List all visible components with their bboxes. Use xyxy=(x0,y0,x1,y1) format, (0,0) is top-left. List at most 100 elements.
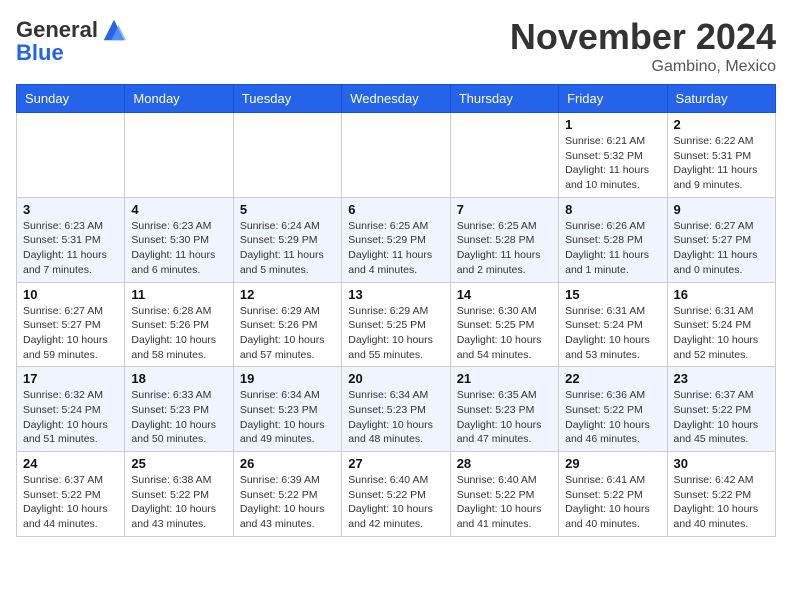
day-number: 22 xyxy=(565,371,660,386)
day-info: Sunrise: 6:38 AM Sunset: 5:22 PM Dayligh… xyxy=(131,473,226,532)
calendar-cell: 14Sunrise: 6:30 AM Sunset: 5:25 PM Dayli… xyxy=(450,282,558,367)
weekday-header: Wednesday xyxy=(342,85,450,113)
calendar-cell: 18 Sunrise: 6:33 AM Sunset: 5:23 PM Dayli… xyxy=(125,367,233,452)
day-info: Sunrise: 6:31 AM Sunset: 5:24 PM Dayligh… xyxy=(674,304,769,363)
calendar-cell: 6Sunrise: 6:25 AM Sunset: 5:29 PM Daylig… xyxy=(342,197,450,282)
day-number: 30 xyxy=(674,456,769,471)
calendar-cell xyxy=(17,113,125,198)
day-number: 27 xyxy=(348,456,443,471)
day-number: 15 xyxy=(565,287,660,302)
weekday-header: Tuesday xyxy=(233,85,341,113)
day-info: Sunrise: 6:41 AM Sunset: 5:22 PM Dayligh… xyxy=(565,473,660,532)
calendar-cell xyxy=(450,113,558,198)
day-info: Sunrise: 6:27 AM Sunset: 5:27 PM Dayligh… xyxy=(674,219,769,278)
calendar-cell: 24 Sunrise: 6:37 AM Sunset: 5:22 PM Dayli… xyxy=(17,452,125,537)
day-number: 14 xyxy=(457,287,552,302)
calendar: SundayMondayTuesdayWednesdayThursdayFrid… xyxy=(16,84,776,537)
day-info: Sunrise: 6:28 AM Sunset: 5:26 PM Dayligh… xyxy=(131,304,226,363)
weekday-header: Sunday xyxy=(17,85,125,113)
day-info: Sunrise: 6:27 AM Sunset: 5:27 PM Dayligh… xyxy=(23,304,118,363)
day-info: Sunrise: 6:40 AM Sunset: 5:22 PM Dayligh… xyxy=(348,473,443,532)
day-number: 3 xyxy=(23,202,118,217)
day-info: Sunrise: 6:34 AM Sunset: 5:23 PM Dayligh… xyxy=(240,388,335,447)
day-number: 5 xyxy=(240,202,335,217)
calendar-cell: 29 Sunrise: 6:41 AM Sunset: 5:22 PM Dayli… xyxy=(559,452,667,537)
day-number: 12 xyxy=(240,287,335,302)
day-info: Sunrise: 6:32 AM Sunset: 5:24 PM Dayligh… xyxy=(23,388,118,447)
day-info: Sunrise: 6:29 AM Sunset: 5:26 PM Dayligh… xyxy=(240,304,335,363)
calendar-cell: 17 Sunrise: 6:32 AM Sunset: 5:24 PM Dayli… xyxy=(17,367,125,452)
calendar-cell: 22 Sunrise: 6:36 AM Sunset: 5:22 PM Dayli… xyxy=(559,367,667,452)
day-number: 29 xyxy=(565,456,660,471)
title-block: November 2024 Gambino, Mexico xyxy=(510,16,776,76)
calendar-cell xyxy=(125,113,233,198)
day-number: 23 xyxy=(674,371,769,386)
month-title: November 2024 xyxy=(510,16,776,58)
day-info: Sunrise: 6:25 AM Sunset: 5:29 PM Dayligh… xyxy=(348,219,443,278)
day-number: 8 xyxy=(565,202,660,217)
day-info: Sunrise: 6:33 AM Sunset: 5:23 PM Dayligh… xyxy=(131,388,226,447)
day-info: Sunrise: 6:37 AM Sunset: 5:22 PM Dayligh… xyxy=(23,473,118,532)
page-header: General Blue November 2024 Gambino, Mexi… xyxy=(16,16,776,76)
calendar-cell: 10 Sunrise: 6:27 AM Sunset: 5:27 PM Dayli… xyxy=(17,282,125,367)
day-info: Sunrise: 6:21 AM Sunset: 5:32 PM Dayligh… xyxy=(565,134,660,193)
day-number: 9 xyxy=(674,202,769,217)
logo-icon xyxy=(100,16,128,44)
day-number: 28 xyxy=(457,456,552,471)
calendar-cell: 3 Sunrise: 6:23 AM Sunset: 5:31 PM Daylig… xyxy=(17,197,125,282)
day-info: Sunrise: 6:31 AM Sunset: 5:24 PM Dayligh… xyxy=(565,304,660,363)
day-number: 10 xyxy=(23,287,118,302)
calendar-cell xyxy=(342,113,450,198)
calendar-cell: 2 Sunrise: 6:22 AM Sunset: 5:31 PM Daylig… xyxy=(667,113,775,198)
day-number: 20 xyxy=(348,371,443,386)
calendar-cell: 1 Sunrise: 6:21 AM Sunset: 5:32 PM Daylig… xyxy=(559,113,667,198)
day-info: Sunrise: 6:25 AM Sunset: 5:28 PM Dayligh… xyxy=(457,219,552,278)
location: Gambino, Mexico xyxy=(510,58,776,76)
calendar-cell: 23 Sunrise: 6:37 AM Sunset: 5:22 PM Dayli… xyxy=(667,367,775,452)
day-info: Sunrise: 6:37 AM Sunset: 5:22 PM Dayligh… xyxy=(674,388,769,447)
day-info: Sunrise: 6:40 AM Sunset: 5:22 PM Dayligh… xyxy=(457,473,552,532)
calendar-cell: 12 Sunrise: 6:29 AM Sunset: 5:26 PM Dayli… xyxy=(233,282,341,367)
day-number: 7 xyxy=(457,202,552,217)
calendar-cell: 11Sunrise: 6:28 AM Sunset: 5:26 PM Dayli… xyxy=(125,282,233,367)
day-info: Sunrise: 6:36 AM Sunset: 5:22 PM Dayligh… xyxy=(565,388,660,447)
calendar-cell: 9 Sunrise: 6:27 AM Sunset: 5:27 PM Daylig… xyxy=(667,197,775,282)
calendar-cell: 8 Sunrise: 6:26 AM Sunset: 5:28 PM Daylig… xyxy=(559,197,667,282)
day-number: 2 xyxy=(674,117,769,132)
logo-general: General xyxy=(16,18,98,42)
day-number: 24 xyxy=(23,456,118,471)
day-number: 13 xyxy=(348,287,443,302)
calendar-cell: 27 Sunrise: 6:40 AM Sunset: 5:22 PM Dayli… xyxy=(342,452,450,537)
calendar-cell xyxy=(233,113,341,198)
day-info: Sunrise: 6:39 AM Sunset: 5:22 PM Dayligh… xyxy=(240,473,335,532)
calendar-cell: 15 Sunrise: 6:31 AM Sunset: 5:24 PM Dayli… xyxy=(559,282,667,367)
calendar-cell: 19 Sunrise: 6:34 AM Sunset: 5:23 PM Dayli… xyxy=(233,367,341,452)
day-info: Sunrise: 6:22 AM Sunset: 5:31 PM Dayligh… xyxy=(674,134,769,193)
day-number: 1 xyxy=(565,117,660,132)
weekday-header: Monday xyxy=(125,85,233,113)
day-info: Sunrise: 6:24 AM Sunset: 5:29 PM Dayligh… xyxy=(240,219,335,278)
day-number: 25 xyxy=(131,456,226,471)
day-number: 26 xyxy=(240,456,335,471)
day-number: 17 xyxy=(23,371,118,386)
day-info: Sunrise: 6:42 AM Sunset: 5:22 PM Dayligh… xyxy=(674,473,769,532)
day-info: Sunrise: 6:29 AM Sunset: 5:25 PM Dayligh… xyxy=(348,304,443,363)
logo: General Blue xyxy=(16,16,128,66)
day-info: Sunrise: 6:23 AM Sunset: 5:31 PM Dayligh… xyxy=(23,219,118,278)
calendar-cell: 20 Sunrise: 6:34 AM Sunset: 5:23 PM Dayli… xyxy=(342,367,450,452)
day-info: Sunrise: 6:34 AM Sunset: 5:23 PM Dayligh… xyxy=(348,388,443,447)
weekday-header: Friday xyxy=(559,85,667,113)
day-number: 19 xyxy=(240,371,335,386)
calendar-cell: 26 Sunrise: 6:39 AM Sunset: 5:22 PM Dayli… xyxy=(233,452,341,537)
calendar-cell: 7 Sunrise: 6:25 AM Sunset: 5:28 PM Daylig… xyxy=(450,197,558,282)
day-info: Sunrise: 6:26 AM Sunset: 5:28 PM Dayligh… xyxy=(565,219,660,278)
calendar-cell: 4Sunrise: 6:23 AM Sunset: 5:30 PM Daylig… xyxy=(125,197,233,282)
day-number: 18 xyxy=(131,371,226,386)
calendar-cell: 21Sunrise: 6:35 AM Sunset: 5:23 PM Dayli… xyxy=(450,367,558,452)
calendar-cell: 28 Sunrise: 6:40 AM Sunset: 5:22 PM Dayli… xyxy=(450,452,558,537)
weekday-header: Saturday xyxy=(667,85,775,113)
calendar-cell: 25 Sunrise: 6:38 AM Sunset: 5:22 PM Dayli… xyxy=(125,452,233,537)
day-info: Sunrise: 6:23 AM Sunset: 5:30 PM Dayligh… xyxy=(131,219,226,278)
calendar-cell: 5 Sunrise: 6:24 AM Sunset: 5:29 PM Daylig… xyxy=(233,197,341,282)
calendar-cell: 13 Sunrise: 6:29 AM Sunset: 5:25 PM Dayli… xyxy=(342,282,450,367)
